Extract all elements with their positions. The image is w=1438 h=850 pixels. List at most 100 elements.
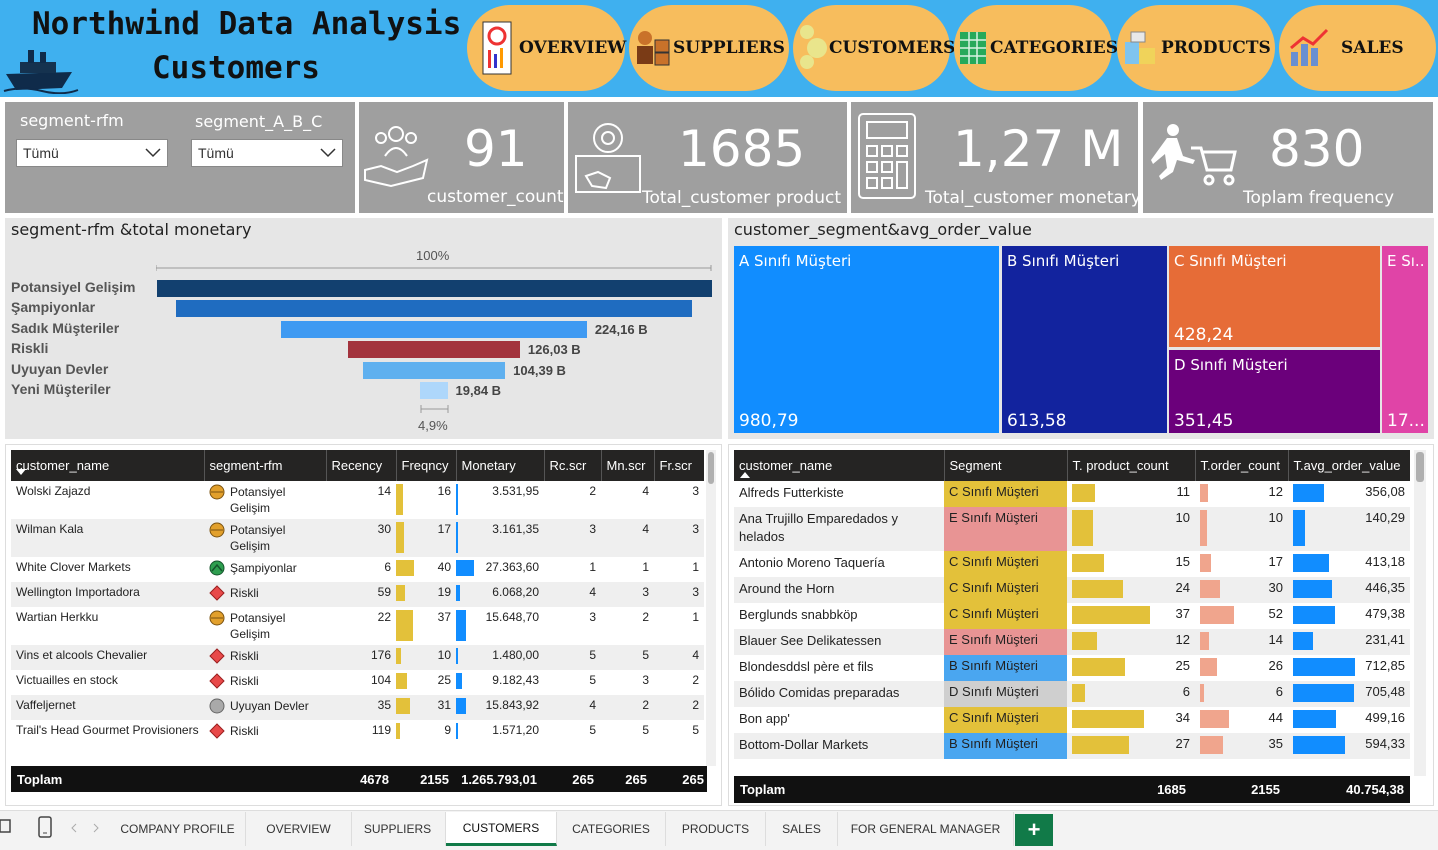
mobile-view-icon[interactable] <box>38 816 52 838</box>
segment-column-header[interactable]: T. product_count <box>1067 450 1196 481</box>
treemap-tile[interactable]: A Sınıfı Müşteri 980,79 <box>734 246 999 433</box>
table-row[interactable]: Trail's Head Gourmet Provisioners Riskli 1… <box>11 720 704 745</box>
table-row[interactable]: Blondesddsl père et fils B Sınıfı Müşteri… <box>734 655 1410 681</box>
treemap-tile[interactable]: B Sınıfı Müşteri 613,58 <box>1002 246 1167 433</box>
table-row[interactable]: Vaffeljernet Uyuyan Devler 35 31 15.843,92 4 2… <box>11 695 704 720</box>
table-row[interactable]: Wilman Kala Potansiyel Gelişim 30 17 3.161,35… <box>11 519 704 557</box>
segment-column-header[interactable]: T.avg_order_value <box>1288 450 1410 481</box>
tab-customers[interactable]: CUSTOMERS <box>446 812 557 846</box>
nav-suppliers-button[interactable]: SUPPLIERS <box>629 5 789 91</box>
segment-table-body[interactable]: customer_name Segment T. product_count T.or… <box>734 450 1410 776</box>
order-count-bar <box>1200 710 1229 728</box>
tab-categories[interactable]: CATEGORIES <box>557 812 666 846</box>
nav-sales-button[interactable]: SALES <box>1279 5 1436 91</box>
order-count-value: 52 <box>1268 606 1283 621</box>
desktop-view-icon[interactable] <box>0 818 14 836</box>
tab-scroll-left-icon[interactable] <box>70 823 78 833</box>
tab-company-profile[interactable]: COMPANY PROFILE <box>110 812 246 846</box>
funnel-bar[interactable] <box>420 382 448 399</box>
nav-overview-button[interactable]: OVERVIEW <box>467 5 626 91</box>
order-count-bar <box>1200 632 1210 650</box>
rfm-total-label: Toplam <box>17 772 63 787</box>
customer-name-cell: Wellington Importadora <box>11 582 204 607</box>
table-row[interactable]: Bottom-Dollar Markets B Sınıfı Müşteri 27 3… <box>734 733 1410 759</box>
chevron-down-icon <box>145 148 161 158</box>
tab-overview[interactable]: OVERVIEW <box>246 812 352 846</box>
rfm-column-header[interactable]: segment-rfm <box>204 450 327 481</box>
avg-order-value-cell: 705,48 <box>1288 681 1410 707</box>
rfm-table-scrollbar[interactable] <box>706 450 716 766</box>
table-row[interactable]: Vins et alcools Chevalier Riskli 176 10 1.48… <box>11 645 704 670</box>
kpi-total-product-value: 1685 <box>678 120 806 178</box>
customer-name-cell: Blauer See Delikatessen <box>734 629 944 655</box>
treemap-tile[interactable]: D Sınıfı Müşteri 351,45 <box>1169 350 1380 433</box>
treemap-tile[interactable]: E Sı... 17... <box>1382 246 1428 433</box>
rfm-column-header[interactable]: Fr.scr <box>654 450 704 481</box>
funnel-bar[interactable] <box>156 280 712 297</box>
funnel-top-bracket <box>156 265 712 271</box>
segment-rfm-cell: Riskli <box>204 720 326 745</box>
order-count-cell: 14 <box>1195 629 1288 655</box>
treemap-tile[interactable]: C Sınıfı Müşteri 428,24 <box>1169 246 1380 347</box>
product-count-bar <box>1072 484 1096 502</box>
tab-products[interactable]: PRODUCTS <box>666 812 766 846</box>
tab-for-general-manager[interactable]: FOR GENERAL MANAGER <box>838 812 1014 846</box>
nav-products-button[interactable]: PRODUCTS <box>1117 5 1275 91</box>
table-row[interactable]: White Clover Markets Şampiyonlar 6 40 27.363… <box>11 557 704 582</box>
segment-abc-dropdown[interactable]: Tümü <box>191 139 343 167</box>
product-count-bar <box>1072 684 1085 702</box>
segment-column-header[interactable]: T.order_count <box>1195 450 1289 481</box>
funnel-bar[interactable] <box>348 341 520 359</box>
avg-order-value-bar <box>1293 606 1335 624</box>
segment-rfm-dropdown[interactable]: Tümü <box>16 139 168 167</box>
tab-sales[interactable]: SALES <box>766 812 838 846</box>
table-row[interactable]: Bólido Comidas preparadas D Sınıfı Müşter… <box>734 681 1410 707</box>
tab-label: CATEGORIES <box>572 822 650 836</box>
table-row[interactable]: Around the Horn C Sınıfı Müşteri 24 30 446,3… <box>734 577 1410 603</box>
tab-scroll-right-icon[interactable] <box>92 823 100 833</box>
table-row[interactable]: Blauer See Delikatessen E Sınıfı Müşteri 1… <box>734 629 1410 655</box>
tab-suppliers[interactable]: SUPPLIERS <box>350 812 446 846</box>
avg-order-value-cell: 712,85 <box>1288 655 1410 681</box>
segment-column-header[interactable]: Segment <box>944 450 1068 481</box>
rfm-column-header[interactable]: Recency <box>326 450 397 481</box>
rfm-total-frscr: 265 <box>682 772 704 787</box>
customer-name-cell: Blondesddsl père et fils <box>739 659 874 674</box>
rfm-table-body[interactable]: customer_name segment-rfm Recency Freqncy Mo… <box>11 450 704 766</box>
avg-order-value-bar <box>1293 580 1332 598</box>
nav-customers-button[interactable]: CUSTOMERS <box>793 5 955 91</box>
table-row[interactable]: Wolski Zajazd Potansiyel Gelişim 14 16 3.531,… <box>11 481 704 519</box>
slicer-rfm-label: segment-rfm <box>20 111 124 130</box>
table-row[interactable]: Alfreds Futterkiste C Sınıfı Müşteri 11 12 3… <box>734 481 1410 507</box>
segment-table-scrollbar[interactable] <box>1414 450 1426 776</box>
segment-column-header[interactable]: customer_name <box>734 450 945 481</box>
table-row[interactable]: Wellington Importadora Riskli 59 19 6.068,20… <box>11 582 704 607</box>
rfm-column-header[interactable]: Freqncy <box>396 450 457 481</box>
nav-categories-button[interactable]: CATEGORIES <box>954 5 1118 91</box>
order-count-bar <box>1200 684 1204 702</box>
funnel-bar[interactable] <box>281 320 587 338</box>
table-row[interactable]: Victuailles en stock Riskli 104 25 9.182,43 5… <box>11 670 704 695</box>
table-row[interactable]: Bon app' C Sınıfı Müşteri 34 44 499,16 <box>734 707 1410 733</box>
frequency-bar <box>396 585 405 601</box>
rfm-column-header[interactable]: Rc.scr <box>544 450 602 481</box>
customer-name-cell: Berglunds snabbköp <box>739 607 858 622</box>
funnel-top-percent: 100% <box>416 248 450 263</box>
product-count-bar <box>1072 510 1094 546</box>
table-row[interactable]: Ana Trujillo Emparedados y helados E Sını… <box>734 507 1410 551</box>
monetary-value: 1.571,20 <box>492 723 539 737</box>
red-diamond-icon <box>209 648 225 664</box>
table-row[interactable]: Wartian Herkku Potansiyel Gelişim 22 37 15.64… <box>11 607 704 645</box>
rfm-column-header[interactable]: Monetary <box>456 450 545 481</box>
rfm-column-header[interactable]: customer_name <box>11 450 205 481</box>
funnel-bar[interactable] <box>362 361 506 379</box>
monetary-bar <box>456 723 458 739</box>
sort-ascending-icon[interactable] <box>16 469 26 475</box>
sort-ascending-icon[interactable] <box>740 472 750 478</box>
table-row[interactable]: Antonio Moreno Taquería C Sınıfı Müşteri 1… <box>734 551 1410 577</box>
order-count-value: 44 <box>1268 710 1283 725</box>
table-row[interactable]: Berglunds snabbköp C Sınıfı Müşteri 37 52 47… <box>734 603 1410 629</box>
add-page-button[interactable]: + <box>1015 814 1053 846</box>
funnel-bar[interactable] <box>176 300 692 318</box>
rfm-column-header[interactable]: Mn.scr <box>601 450 655 481</box>
